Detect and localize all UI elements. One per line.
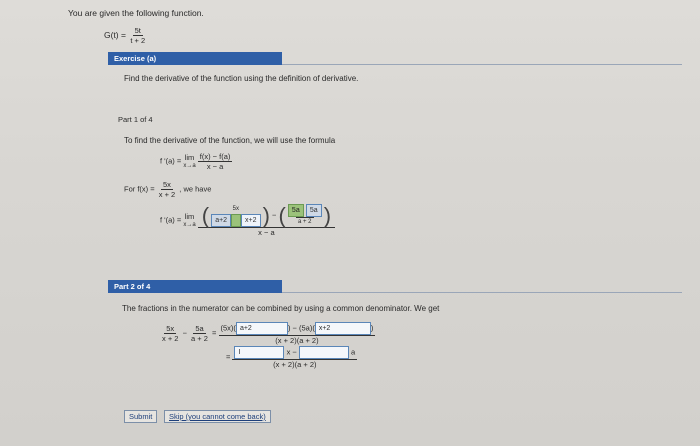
equals-sign: = <box>212 328 217 338</box>
second-row-denominator: (x + 2)(a + 2) <box>273 360 317 369</box>
num-prefix: (5x)( <box>220 323 236 333</box>
limit-word: lim <box>184 152 195 162</box>
lhs-a-numerator: 5x <box>164 324 177 334</box>
limit-lhs: f '(a) = <box>160 215 182 225</box>
limit-main-denominator: x − a <box>258 228 275 237</box>
lhs-a-denominator: x + 2 <box>162 334 179 343</box>
function-lhs: G(t) = <box>104 29 126 40</box>
function-fraction: 5t t + 2 <box>128 26 147 45</box>
input-blank-1[interactable]: I <box>234 346 285 359</box>
function-numerator: 5t <box>132 26 143 36</box>
answer-box-5a-green[interactable]: 5a <box>287 204 304 217</box>
lhs-fraction-a: 5x x + 2 <box>160 324 180 343</box>
combined-denominator: (x + 2)(a + 2) <box>275 336 319 345</box>
limit-minus: − <box>272 210 277 220</box>
limit-subscript-2: x→a <box>183 221 196 228</box>
left-inner-boxes: a+2 x+2 <box>211 213 261 227</box>
lhs-minus: − <box>182 328 187 338</box>
derivative-formula: f '(a) = lim x→a f(x) − f(a) x − a <box>160 152 233 171</box>
paren-open-1: ( <box>201 203 210 228</box>
skip-button[interactable]: Skip (you cannot come back) <box>164 410 271 423</box>
combined-numerator: (5x)(a+2) − (5a)(x+2) <box>218 322 376 336</box>
for-fraction: 5x x + 2 <box>157 180 177 199</box>
answer-box-green[interactable] <box>231 213 242 227</box>
second-row-fraction: I x − a (x + 2)(a + 2) <box>232 346 358 369</box>
combined-fraction: (5x)(a+2) − (5a)(x+2) (x + 2)(a + 2) <box>218 322 376 345</box>
limit-main-fraction: ( 5x a+2 x+2 ) − ( 5a 5a a + 2 ) x − a <box>197 203 336 237</box>
function-definition: G(t) = 5t t + 2 <box>104 26 147 45</box>
limit-subscript: x→a <box>183 162 196 169</box>
part2-header: Part 2 of 4 <box>108 280 282 293</box>
num-mid: ) − (5a)( <box>287 323 315 333</box>
intro-text: You are given the following function. <box>68 8 204 18</box>
answer-box-x-plus-2[interactable]: x+2 <box>241 213 261 227</box>
right-inner-denominator: a + 2 <box>296 217 314 225</box>
second-row-eq: = I x − a (x + 2)(a + 2) <box>226 346 358 369</box>
left-inner-fraction: 5x a+2 x+2 <box>211 205 261 227</box>
lhs-b-denominator: a + 2 <box>191 334 208 343</box>
for-prefix: For f(x) = <box>124 184 155 194</box>
left-inner-numerator: 5x <box>232 205 240 212</box>
input-blank-2[interactable] <box>298 346 349 359</box>
paren-open-2: ( <box>278 203 286 228</box>
row2-a: a <box>350 347 356 357</box>
paren-close-1: ) <box>262 203 270 228</box>
num-suffix: ) <box>370 323 374 333</box>
input-x-plus-2[interactable]: x+2 <box>314 322 371 335</box>
equals-sign-2: = <box>226 352 231 362</box>
right-inner-boxes: 5a 5a <box>287 204 322 217</box>
for-numerator: 5x <box>161 180 173 190</box>
for-suffix: , we have <box>179 184 212 194</box>
formula-fraction: f(x) − f(a) x − a <box>197 152 233 171</box>
exercise-divider <box>282 64 682 65</box>
second-row-numerator: I x − a <box>232 346 358 360</box>
part2-divider <box>282 292 682 293</box>
exercise-header: Exercise (a) <box>108 52 282 65</box>
part2-intro: The fractions in the numerator can be co… <box>122 304 440 313</box>
limit-expression: f '(a) = lim x→a ( 5x a+2 x+2 ) − ( 5a 5… <box>160 203 336 237</box>
formula-limit: lim x→a <box>183 153 195 171</box>
formula-lhs: f '(a) = <box>160 156 182 166</box>
answer-box-5a[interactable]: 5a <box>305 204 322 217</box>
part1-label: Part 1 of 4 <box>118 115 153 124</box>
formula-numerator: f(x) − f(a) <box>197 152 233 162</box>
lhs-fraction-b: 5a a + 2 <box>189 324 210 343</box>
limit-main-numerator: ( 5x a+2 x+2 ) − ( 5a 5a a + 2 ) <box>197 203 336 228</box>
right-inner-fraction: 5a 5a a + 2 <box>287 204 322 227</box>
screen: You are given the following function. G(… <box>0 0 700 446</box>
common-denominator-eq: 5x x + 2 − 5a a + 2 = (5x)(a+2) − (5a)(x… <box>160 322 376 345</box>
paren-close-2: ) <box>323 203 332 228</box>
formula-denominator: x − a <box>206 162 224 171</box>
lhs-b-numerator: 5a <box>193 324 206 334</box>
submit-button[interactable]: Submit <box>124 410 158 423</box>
answer-box-a-plus-2[interactable]: a+2 <box>211 213 232 227</box>
function-denominator: t + 2 <box>130 36 146 45</box>
for-denominator: x + 2 <box>158 190 176 199</box>
part1-intro: To find the derivative of the function, … <box>124 136 336 145</box>
limit-word-2: lim <box>184 211 195 221</box>
input-a-plus-2[interactable]: a+2 <box>235 322 288 335</box>
exercise-task: Find the derivative of the function usin… <box>124 74 359 83</box>
limit-block: lim x→a <box>183 212 195 230</box>
row2-x-minus: x − <box>286 347 297 357</box>
for-line: For f(x) = 5x x + 2 , we have <box>124 180 211 199</box>
